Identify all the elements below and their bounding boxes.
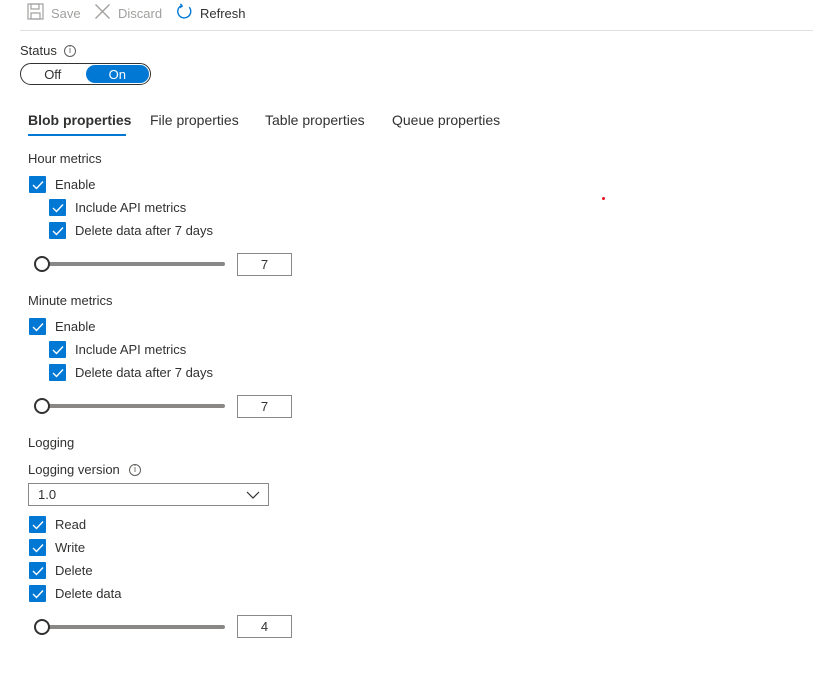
active-tab-indicator xyxy=(28,134,126,136)
checkmark-icon xyxy=(32,180,44,190)
logging-read-label: Read xyxy=(55,517,87,532)
minute-include-api-label: Include API metrics xyxy=(75,342,187,357)
checkmark-icon xyxy=(32,322,44,332)
hour-enable-checkbox[interactable] xyxy=(29,176,46,193)
tab-file-properties[interactable]: File properties xyxy=(150,112,239,128)
hour-retention-slider-thumb[interactable] xyxy=(34,256,50,272)
logging-delete-label: Delete xyxy=(55,563,93,578)
checkmark-icon xyxy=(52,368,64,378)
logging-version-value: 1.0 xyxy=(38,487,57,502)
checkmark-icon xyxy=(32,589,44,599)
minute-include-api-checkbox[interactable] xyxy=(49,341,66,358)
hour-delete-data-checkbox[interactable] xyxy=(49,222,66,239)
save-icon xyxy=(27,3,44,23)
minute-enable-checkbox[interactable] xyxy=(29,318,46,335)
hour-metrics-title: Hour metrics xyxy=(28,151,102,166)
minute-metrics-title: Minute metrics xyxy=(28,293,113,308)
checkmark-icon xyxy=(32,566,44,576)
tab-table-properties[interactable]: Table properties xyxy=(265,112,365,128)
status-toggle[interactable]: Off On xyxy=(20,63,151,85)
logging-title: Logging xyxy=(28,435,75,450)
minute-enable-label: Enable xyxy=(55,319,96,334)
chevron-down-icon xyxy=(246,487,260,502)
minute-retention-input[interactable]: 7 xyxy=(237,395,292,418)
save-button[interactable]: Save xyxy=(27,0,81,26)
status-label: Status xyxy=(20,43,57,58)
checkmark-icon xyxy=(52,345,64,355)
discard-label: Discard xyxy=(118,5,163,21)
toolbar-divider xyxy=(20,30,813,31)
save-label: Save xyxy=(51,5,81,21)
logging-read-checkbox[interactable] xyxy=(29,516,46,533)
minute-delete-data-label: Delete data after 7 days xyxy=(75,365,214,380)
hour-retention-input[interactable]: 7 xyxy=(237,253,292,276)
minute-retention-slider-track[interactable] xyxy=(40,404,225,408)
status-on-option[interactable]: On xyxy=(85,65,149,83)
hour-include-api-checkbox[interactable] xyxy=(49,199,66,216)
logging-delete-data-label: Delete data xyxy=(55,586,122,601)
hour-enable-label: Enable xyxy=(55,177,96,192)
logging-delete-checkbox[interactable] xyxy=(29,562,46,579)
info-icon[interactable]: i xyxy=(129,464,141,476)
red-dot-marker xyxy=(602,197,605,200)
checkmark-icon xyxy=(52,226,64,236)
logging-write-label: Write xyxy=(55,540,86,555)
checkmark-icon xyxy=(52,203,64,213)
tab-blob-properties[interactable]: Blob properties xyxy=(28,112,131,128)
logging-version-dropdown[interactable]: 1.0 xyxy=(28,483,269,506)
minute-retention-slider-thumb[interactable] xyxy=(34,398,50,414)
logging-version-label: Logging version xyxy=(28,462,120,477)
refresh-icon xyxy=(176,3,193,23)
hour-retention-slider-track[interactable] xyxy=(40,262,225,266)
logging-write-checkbox[interactable] xyxy=(29,539,46,556)
close-icon xyxy=(94,3,111,23)
tab-queue-properties[interactable]: Queue properties xyxy=(392,112,500,128)
refresh-button[interactable]: Refresh xyxy=(176,0,246,26)
logging-retention-slider-track[interactable] xyxy=(40,625,225,629)
refresh-label: Refresh xyxy=(200,5,246,21)
checkmark-icon xyxy=(32,520,44,530)
info-icon[interactable]: i xyxy=(64,45,76,57)
logging-retention-input[interactable]: 4 xyxy=(237,615,292,638)
checkmark-icon xyxy=(32,543,44,553)
minute-delete-data-checkbox[interactable] xyxy=(49,364,66,381)
discard-button[interactable]: Discard xyxy=(94,0,162,26)
hour-delete-data-label: Delete data after 7 days xyxy=(75,223,214,238)
logging-retention-slider-thumb[interactable] xyxy=(34,619,50,635)
status-off-option[interactable]: Off xyxy=(21,64,85,84)
logging-delete-data-checkbox[interactable] xyxy=(29,585,46,602)
hour-include-api-label: Include API metrics xyxy=(75,200,187,215)
